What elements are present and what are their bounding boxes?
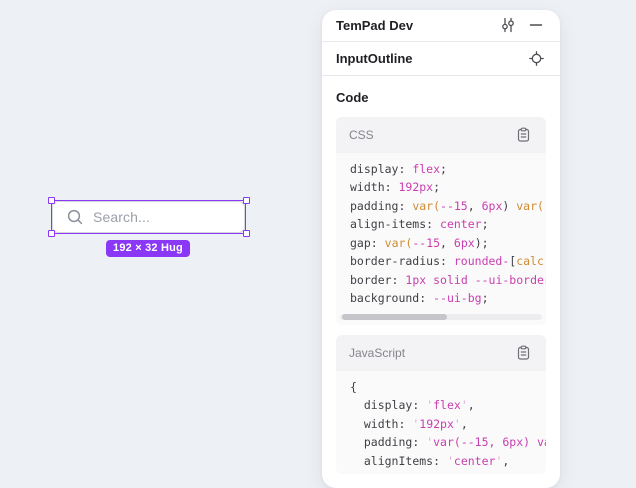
copy-css-button[interactable] (514, 125, 533, 145)
clipboard-icon (516, 127, 531, 143)
code-language-label: CSS (349, 128, 374, 142)
panel-content: Code CSS display: flex;width: 192px;padd… (322, 76, 560, 488)
minus-icon (528, 17, 544, 33)
css-card-header: CSS (336, 117, 546, 153)
js-code[interactable]: { display: 'flex', width: '192px', paddi… (336, 371, 546, 475)
selection-handle[interactable] (48, 230, 55, 237)
clipboard-icon (516, 345, 531, 361)
search-icon (66, 208, 84, 226)
panel-header: TemPad Dev (322, 10, 560, 42)
horizontal-scrollbar[interactable] (340, 314, 542, 320)
preferences-button[interactable] (498, 15, 518, 35)
locate-node-button[interactable] (527, 49, 546, 68)
search-placeholder: Search... (93, 209, 150, 225)
selection-handle[interactable] (48, 197, 55, 204)
css-code-card: CSS display: flex;width: 192px;padding: … (336, 117, 546, 325)
js-code-card: JavaScript { display: 'flex', width: '19… (336, 335, 546, 475)
code-language-label: JavaScript (349, 346, 405, 360)
sliders-icon (500, 17, 516, 33)
selection-handle[interactable] (243, 230, 250, 237)
crosshair-icon (529, 51, 544, 66)
selected-node-name: InputOutline (336, 51, 413, 66)
selection-size-badge: 192 × 32 Hug (106, 240, 190, 257)
scrollbar-thumb[interactable] (342, 314, 447, 320)
copy-js-button[interactable] (514, 343, 533, 363)
selected-node-row: InputOutline (322, 42, 560, 76)
code-section-title: Code (336, 90, 546, 105)
tempad-dev-panel: TemPad Dev InputOutline (322, 10, 560, 488)
minimize-button[interactable] (526, 15, 546, 35)
css-code[interactable]: display: flex;width: 192px;padding: var(… (336, 153, 546, 312)
panel-title: TemPad Dev (336, 18, 413, 33)
js-card-header: JavaScript (336, 335, 546, 371)
selection-handle[interactable] (243, 197, 250, 204)
search-input-element[interactable]: Search... (52, 201, 245, 233)
